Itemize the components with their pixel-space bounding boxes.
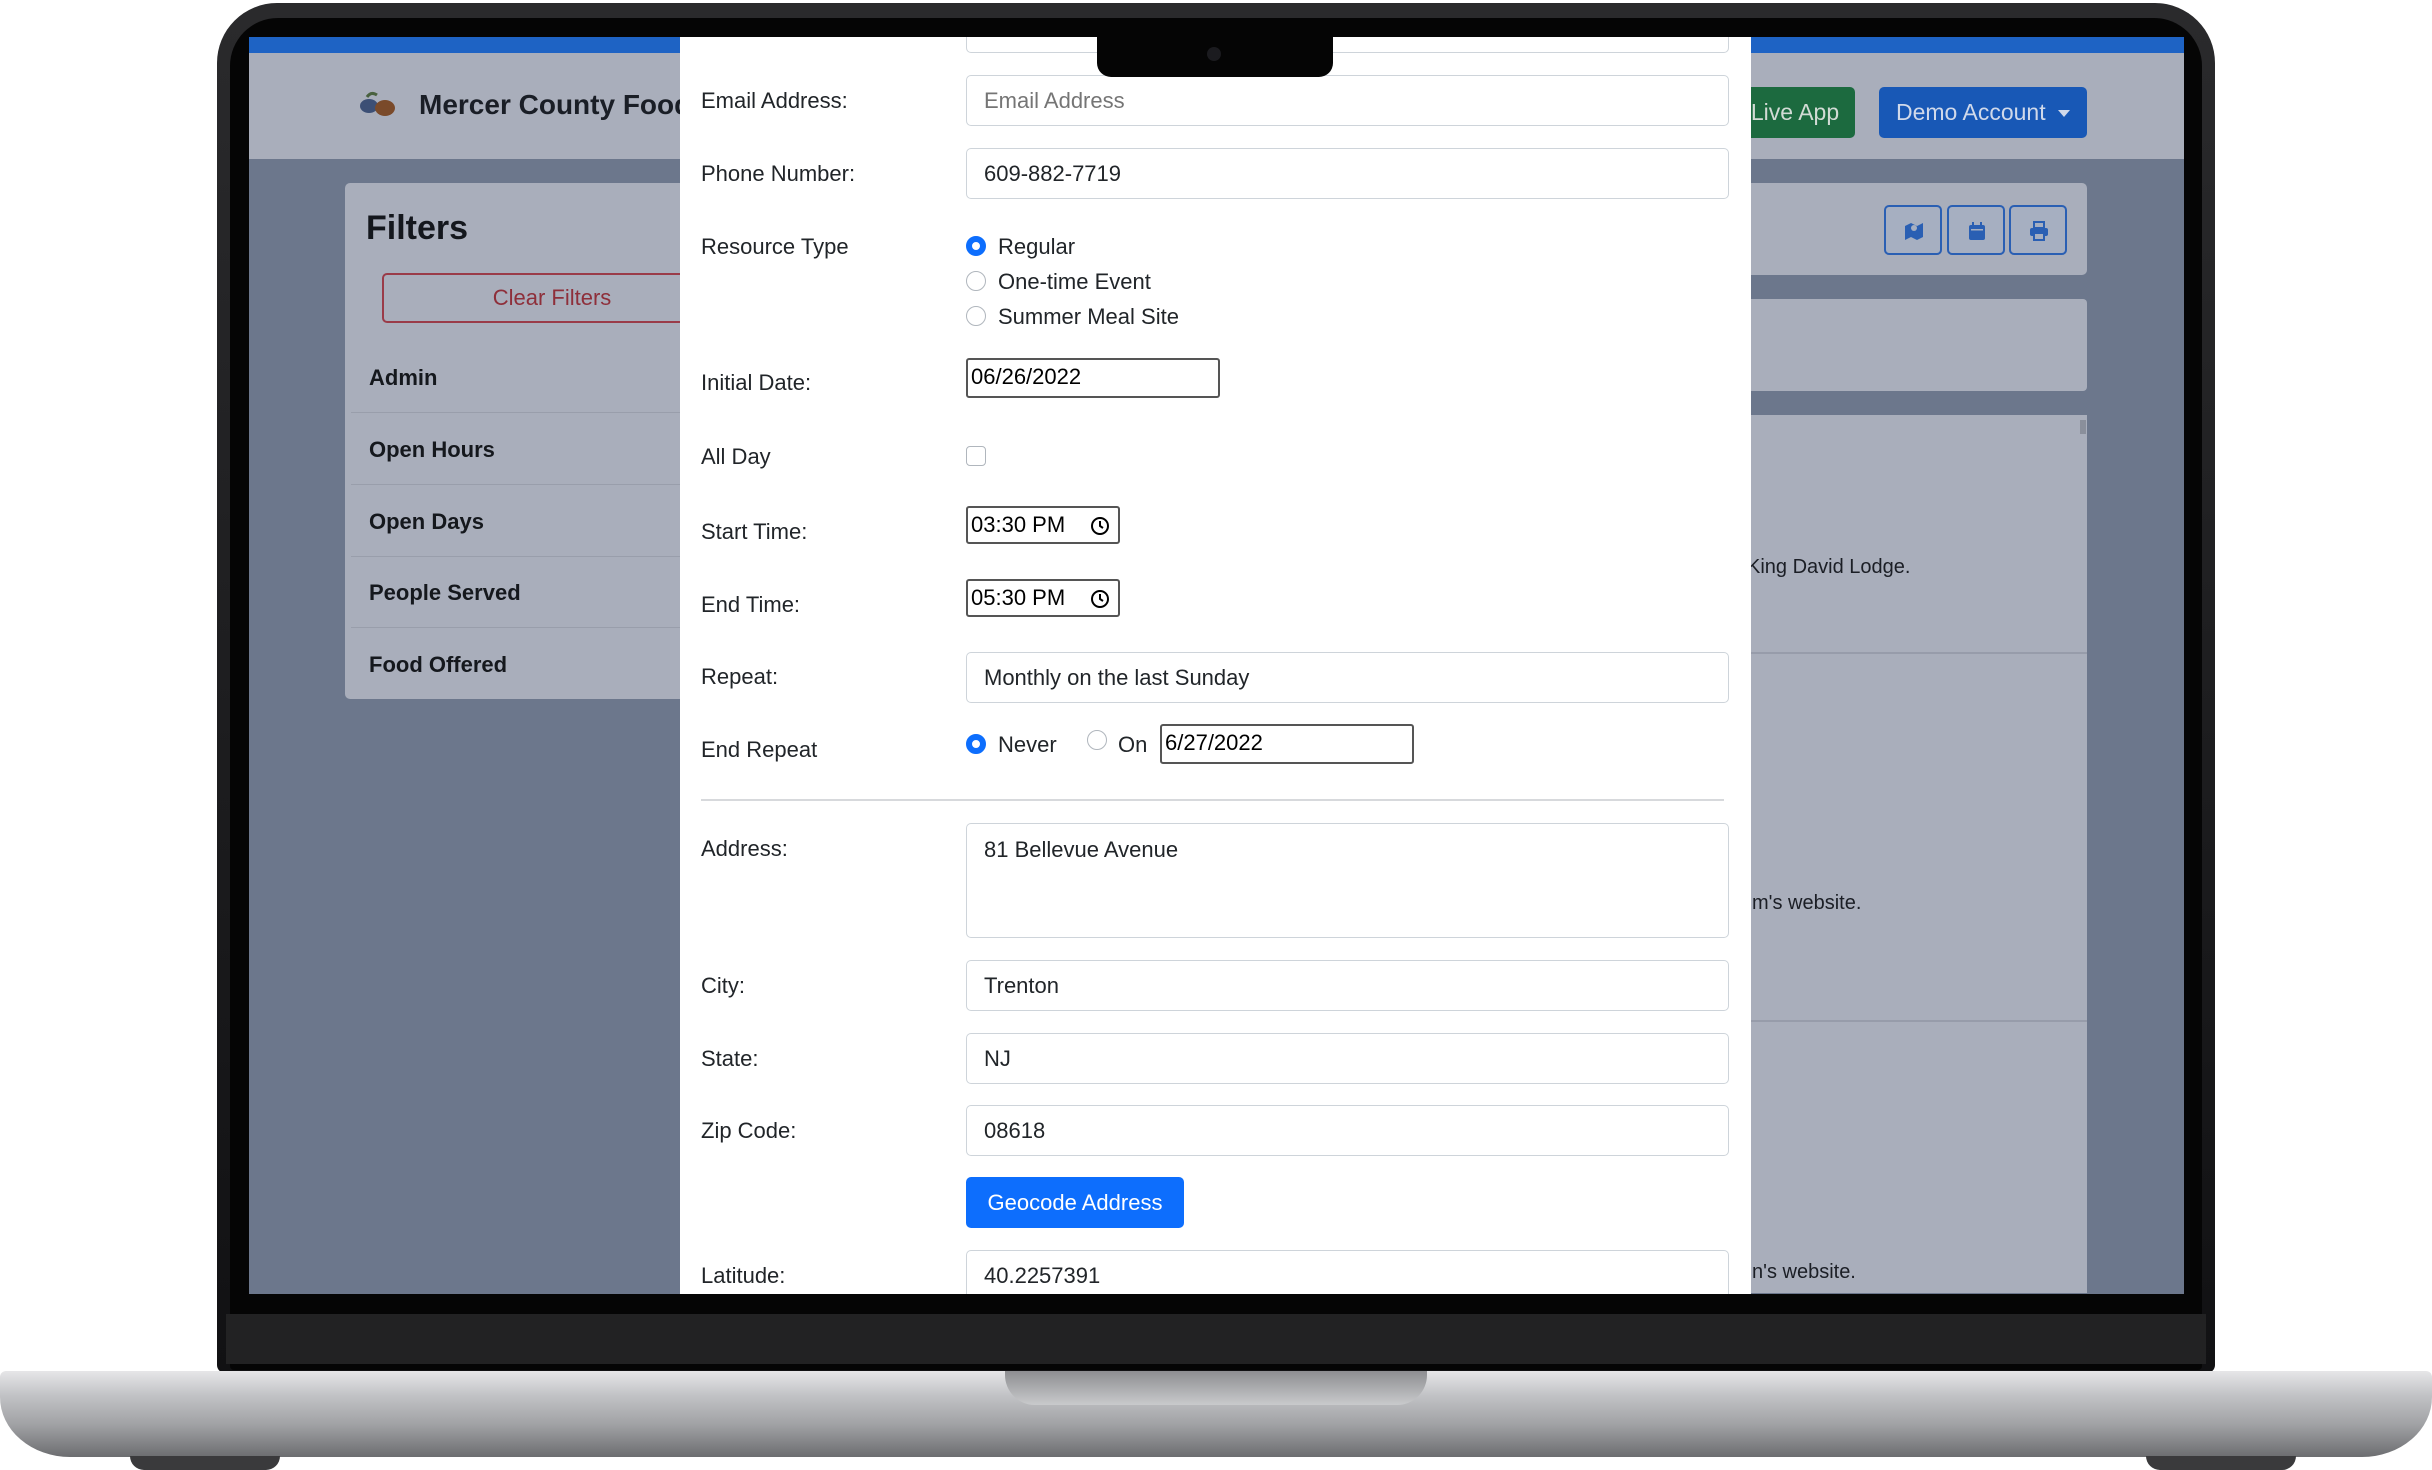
laptop-base-notch — [1005, 1371, 1427, 1405]
list-item-text: m's website. — [1752, 892, 1862, 914]
map-view-button[interactable] — [1884, 205, 1942, 255]
latitude-field[interactable]: 40.2257391 — [966, 1250, 1729, 1294]
zip-code-label: Zip Code: — [701, 1118, 797, 1143]
brand-title[interactable]: Mercer County Food — [419, 89, 691, 121]
email-field[interactable] — [966, 75, 1729, 126]
email-label: Email Address: — [701, 88, 848, 113]
latitude-row: Latitude: 40.2257391 — [680, 1240, 1751, 1294]
all-day-label: All Day — [701, 444, 771, 469]
initial-date-label: Initial Date: — [701, 370, 812, 395]
clear-filters-button[interactable]: Clear Filters — [382, 273, 722, 323]
calendar-view-button[interactable] — [1947, 205, 2005, 255]
caret-down-icon — [2057, 110, 2070, 118]
phone-label: Phone Number: — [701, 161, 856, 186]
demo-account-label: Demo Account — [1896, 99, 2046, 125]
calendar-icon — [1969, 222, 1985, 240]
city-field[interactable]: Trenton — [966, 960, 1729, 1011]
repeat-label: Repeat: — [701, 664, 779, 689]
end-time-input[interactable]: 05:30 PM — [966, 579, 1120, 617]
initial-date-input[interactable]: 06/26/2022 — [966, 358, 1220, 398]
list-item-text: n's website. — [1752, 1261, 1856, 1283]
repeat-select[interactable]: Monthly on the last Sunday — [966, 652, 1729, 703]
start-time-label: Start Time: — [701, 519, 808, 544]
end-repeat-label: End Repeat — [701, 737, 818, 762]
all-day-checkbox[interactable] — [966, 446, 986, 466]
resource-type-regular-label[interactable]: Regular — [998, 234, 1075, 260]
start-time-input[interactable]: 03:30 PM — [966, 506, 1120, 544]
resource-type-summer-meal-radio[interactable] — [966, 306, 986, 326]
resource-type-one-time-label[interactable]: One-time Event — [998, 269, 1151, 295]
screen-chin — [226, 1314, 2206, 1364]
resource-type-summer-meal-label[interactable]: Summer Meal Site — [998, 304, 1179, 330]
city-label: City: — [701, 973, 745, 998]
geocode-address-button[interactable]: Geocode Address — [966, 1177, 1184, 1228]
brand-logo-icon — [360, 91, 395, 116]
resource-type-regular-radio[interactable] — [966, 236, 986, 256]
end-time-value: 05:30 PM — [971, 585, 1066, 610]
address-label: Address: — [701, 836, 788, 861]
end-repeat-never-radio[interactable] — [966, 734, 986, 754]
filters-title: Filters — [366, 209, 469, 247]
end-repeat-on-label[interactable]: On — [1118, 732, 1147, 758]
list-item-text: King David Lodge. — [1747, 556, 1911, 578]
section-divider — [701, 799, 1724, 801]
camera-icon — [1207, 47, 1221, 61]
laptop-foot-right — [2146, 1456, 2296, 1470]
start-time-value: 03:30 PM — [971, 512, 1066, 537]
laptop-foot-left — [130, 1456, 280, 1470]
zip-code-field[interactable]: 08618 — [966, 1105, 1729, 1156]
print-button[interactable] — [2009, 205, 2067, 255]
state-label: State: — [701, 1046, 759, 1071]
end-repeat-never-label[interactable]: Never — [998, 732, 1057, 758]
clock-icon — [1091, 517, 1109, 535]
previous-field-edge — [966, 37, 1729, 53]
map-icon — [1905, 223, 1923, 240]
state-field[interactable]: NJ — [966, 1033, 1729, 1084]
latitude-label: Latitude: — [701, 1263, 786, 1288]
camera-notch — [1097, 37, 1333, 77]
phone-field[interactable]: 609-882-7719 — [966, 148, 1729, 199]
demo-account-dropdown[interactable]: Demo Account — [1879, 87, 2087, 138]
address-textarea[interactable]: 81 Bellevue Avenue — [966, 823, 1729, 938]
live-app-button[interactable]: Live App — [1735, 87, 1855, 138]
list-scrollbar[interactable] — [2080, 420, 2086, 434]
print-icon — [2030, 221, 2048, 241]
end-repeat-date-input[interactable]: 6/27/2022 — [1160, 724, 1414, 764]
end-time-label: End Time: — [701, 592, 801, 617]
end-repeat-on-radio[interactable] — [1087, 730, 1107, 750]
clock-icon — [1091, 590, 1109, 608]
resource-type-label: Resource Type — [701, 234, 849, 259]
resource-type-one-time-radio[interactable] — [966, 271, 986, 291]
